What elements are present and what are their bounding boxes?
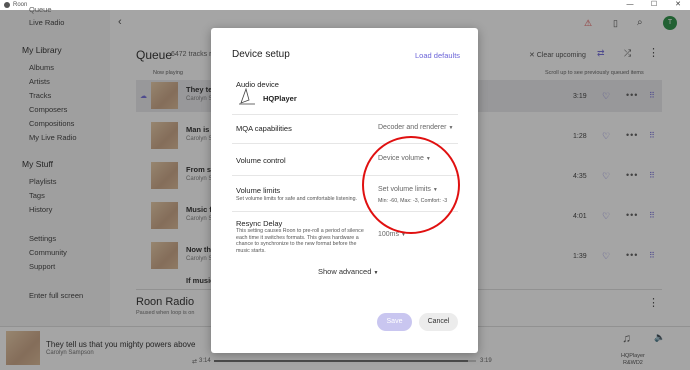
volume-limits-label: Volume limits <box>236 186 281 195</box>
cancel-button[interactable]: Cancel <box>419 313 458 331</box>
speaker-device-icon <box>239 88 255 105</box>
resync-delay-label: Resync Delay <box>236 219 283 228</box>
show-advanced-toggle[interactable]: Show advanced ▼ <box>318 267 378 276</box>
device-name: HQPlayer <box>263 94 297 103</box>
load-defaults-button[interactable]: Load defaults <box>415 51 460 60</box>
roon-logo-icon <box>4 2 10 8</box>
window-controls: — ☐ ✕ <box>618 0 690 10</box>
dropdown-arrow-icon: ▼ <box>448 125 454 131</box>
window-title: Roon <box>13 2 28 8</box>
close-window-button[interactable]: ✕ <box>666 0 690 10</box>
maximize-button[interactable]: ☐ <box>642 0 666 10</box>
volume-limits-description: Set volume limits for safe and comfortab… <box>236 196 358 202</box>
window-titlebar: Roon — ☐ ✕ <box>0 0 690 10</box>
divider <box>232 114 458 115</box>
mqa-value: Decoder and renderer <box>378 124 447 131</box>
mqa-capabilities-label: MQA capabilities <box>236 124 292 133</box>
volume-control-label: Volume control <box>236 156 286 165</box>
resync-delay-value: 100ms <box>378 231 400 238</box>
resync-delay-description: This setting causes Roon to pre-roll a p… <box>236 228 364 254</box>
dropdown-arrow-icon: ▼ <box>373 270 379 276</box>
save-button[interactable]: Save <box>377 313 412 331</box>
highlight-annotation-circle <box>362 136 460 234</box>
minimize-button[interactable]: — <box>618 0 642 10</box>
dialog-title: Device setup <box>232 49 290 60</box>
show-advanced-label: Show advanced <box>318 267 372 276</box>
mqa-capabilities-dropdown[interactable]: Decoder and renderer ▼ <box>378 124 453 131</box>
